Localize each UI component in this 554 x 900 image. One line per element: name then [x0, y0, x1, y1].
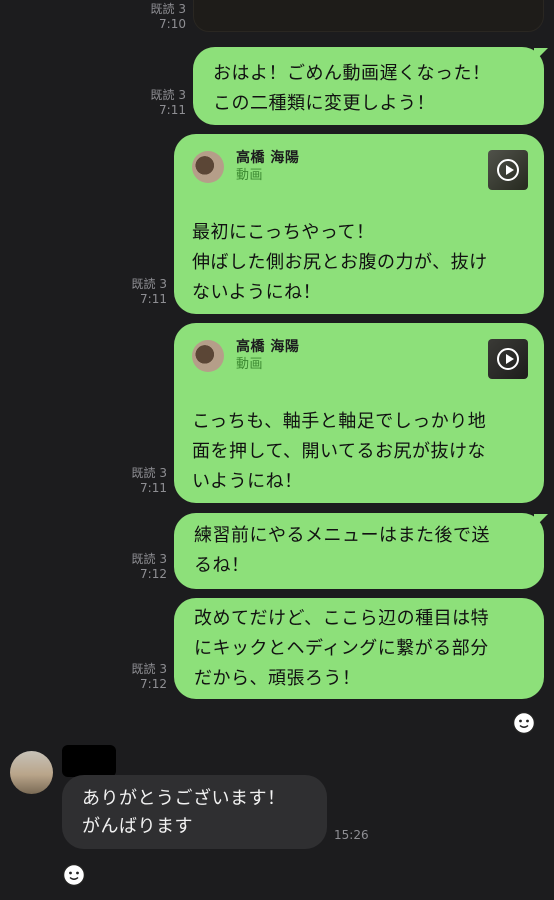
message-time: 7:12: [140, 677, 167, 691]
message-time: 7:11: [140, 292, 167, 306]
message-time: 15:26: [334, 828, 369, 842]
message-time: 7:10: [159, 17, 186, 31]
sender-name: 高橋 海陽: [236, 150, 300, 166]
play-icon: [497, 159, 519, 181]
read-receipt: 既読 3 7:12: [117, 662, 167, 692]
sender-name-hidden: [62, 745, 116, 777]
sender-avatar: [192, 340, 224, 372]
outgoing-message[interactable]: 練習前にやるメニューはまた後で送 るね！: [174, 513, 544, 589]
message-text: 練習前にやるメニューはまた後で送 るね！: [194, 525, 490, 576]
outgoing-message[interactable]: 改めてだけど、ここら辺の種目は特 にキックとヘディングに繋がる部分 だから、頑張…: [174, 598, 544, 699]
message-time: 7:11: [159, 103, 186, 117]
video-message[interactable]: 高橋 海陽 動画 最初にこっちやって！ 伸ばした側お尻とお腹の力が、抜け ないよ…: [174, 134, 544, 314]
video-share-header[interactable]: 高橋 海陽 動画: [192, 329, 524, 383]
read-label: 既読 3: [131, 552, 167, 566]
incoming-message[interactable]: ありがとうございます！ がんばります: [62, 775, 327, 849]
video-message[interactable]: 高橋 海陽 動画 こっちも、軸手と軸足でしっかり地 面を押して、開いてるお尻が抜…: [174, 323, 544, 503]
previous-media-bubble[interactable]: [193, 0, 544, 32]
read-receipt: 既読 3 7:10: [136, 2, 186, 32]
message-text: おはよ！ごめん動画遅くなった！ この二種類に変更しよう！: [213, 63, 491, 114]
media-kind: 動画: [236, 168, 264, 183]
read-label: 既読 3: [131, 277, 167, 291]
video-thumbnail[interactable]: [488, 150, 528, 190]
smile-sticker-icon[interactable]: [512, 711, 536, 735]
media-kind: 動画: [236, 357, 264, 372]
message-text: こっちも、軸手と軸足でしっかり地 面を押して、開いてるお尻が抜けな いようにね！: [192, 411, 487, 492]
incoming-avatar[interactable]: [10, 751, 53, 794]
message-time: 7:11: [140, 481, 167, 495]
message-text: ありがとうございます！ がんばります: [82, 788, 286, 837]
sender-name: 高橋 海陽: [236, 339, 300, 355]
video-share-header[interactable]: 高橋 海陽 動画: [192, 140, 524, 194]
outgoing-message[interactable]: おはよ！ごめん動画遅くなった！ この二種類に変更しよう！: [193, 47, 544, 125]
play-icon: [497, 348, 519, 370]
video-thumbnail[interactable]: [488, 339, 528, 379]
read-label: 既読 3: [131, 466, 167, 480]
smile-sticker-icon[interactable]: [62, 863, 86, 887]
sender-avatar: [192, 151, 224, 183]
message-text: 最初にこっちやって！ 伸ばした側お尻とお腹の力が、抜け ないようにね！: [192, 222, 488, 303]
message-time: 7:12: [140, 567, 167, 581]
read-label: 既読 3: [150, 88, 186, 102]
message-text: 改めてだけど、ここら辺の種目は特 にキックとヘディングに繋がる部分 だから、頑張…: [194, 608, 490, 689]
read-label: 既読 3: [150, 2, 186, 16]
read-receipt: 既読 3 7:11: [117, 277, 167, 307]
read-label: 既読 3: [131, 662, 167, 676]
read-receipt: 既読 3 7:11: [117, 466, 167, 496]
read-receipt: 既読 3 7:11: [136, 88, 186, 118]
read-receipt: 既読 3 7:12: [117, 552, 167, 582]
